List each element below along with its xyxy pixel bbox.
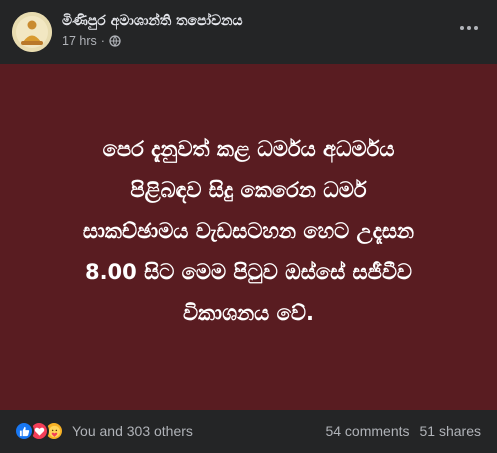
post-text-card: පෙර දැනුවත් කළ ධර්මය අධර්මය පිළිබඳව සිදු… bbox=[0, 64, 497, 410]
like-icon bbox=[14, 421, 34, 441]
more-dot-icon bbox=[474, 26, 478, 30]
buddha-avatar-icon bbox=[12, 12, 52, 52]
comments-count[interactable]: 54 comments bbox=[325, 423, 409, 439]
post-text: පෙර දැනුවත් කළ ධර්මය අධර්මය පිළිබඳව සිදු… bbox=[29, 129, 469, 334]
more-options-button[interactable] bbox=[455, 18, 483, 38]
post-text-line: පිළිබඳව සිදු කෙරෙන ධර්ම bbox=[130, 177, 367, 202]
post-header: මිණිපුර අමාශාන්ති තපෝවනය 17 hrs · bbox=[0, 0, 497, 64]
reactions-summary[interactable]: You and 303 others bbox=[14, 421, 193, 441]
reaction-count[interactable]: You and 303 others bbox=[72, 423, 193, 439]
globe-icon[interactable] bbox=[109, 35, 121, 47]
post-meta: 17 hrs · bbox=[62, 34, 121, 48]
more-dot-icon bbox=[467, 26, 471, 30]
post-text-line: සාකච්ඡාමය වැඩසටහන හෙට උදෑසන bbox=[82, 218, 415, 243]
post-timestamp[interactable]: 17 hrs bbox=[62, 34, 97, 48]
more-dot-icon bbox=[460, 26, 464, 30]
meta-separator: · bbox=[100, 34, 105, 48]
post-stats: 54 comments 51 shares bbox=[325, 423, 481, 439]
post-text-line: 8.00 සිට මෙම පිටුව ඔස්සේ සජීවීව bbox=[84, 259, 413, 284]
page-name[interactable]: මිණිපුර අමාශාන්ති තපෝවනය bbox=[62, 13, 243, 29]
post-text-line: විකාශනය වේ. bbox=[183, 300, 314, 325]
post-footer: You and 303 others 54 comments 51 shares bbox=[0, 410, 497, 453]
shares-count[interactable]: 51 shares bbox=[420, 423, 481, 439]
avatar[interactable] bbox=[12, 12, 52, 52]
post-text-line: පෙර දැනුවත් කළ ධර්මය අධර්මය bbox=[102, 136, 395, 161]
